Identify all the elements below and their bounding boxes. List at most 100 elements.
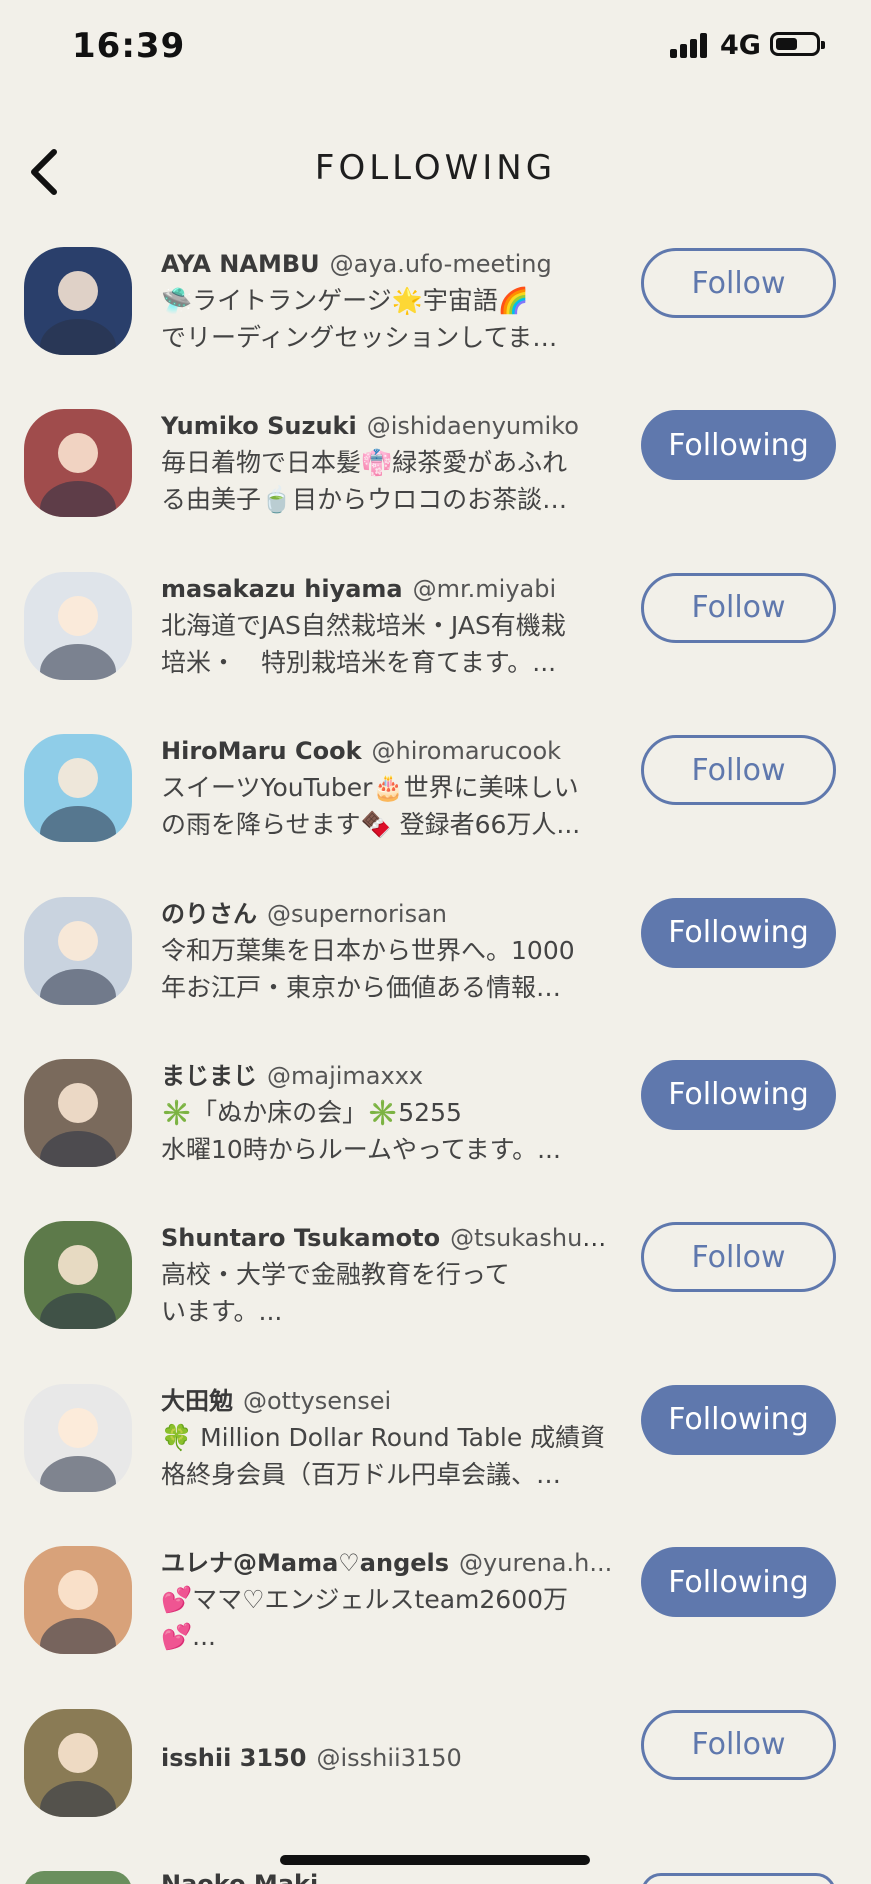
following-button[interactable]: Following	[641, 410, 836, 481]
avatar-image	[24, 1383, 132, 1492]
list-item[interactable]: 大田勉 @ottysensei 🍀 Million Dollar Round Tab…	[0, 1367, 871, 1529]
user-info[interactable]: isshii 3150 @isshii3150	[161, 1742, 621, 1774]
user-info[interactable]: AYA NAMBU @aya.ufo-meeting 🛸ライトランゲージ🌟宇宙語🌈 で…	[161, 248, 621, 356]
user-info[interactable]: ユレナ@Mama♡angels @yurena.h... 💕ママ♡エンジェルスtea…	[161, 1547, 621, 1655]
user-bio: 🍀 Million Dollar Round Table 成績資 格終身会員（百万…	[161, 1419, 621, 1493]
user-handle: @ottysensei	[243, 1386, 392, 1415]
following-button[interactable]: Following	[641, 1547, 836, 1618]
user-info[interactable]: のりさん @supernorisan 令和万葉集を日本から世界へ。1000 年お江戸・…	[161, 898, 621, 1006]
list-item[interactable]: ユレナ@Mama♡angels @yurena.h... 💕ママ♡エンジェルスtea…	[0, 1529, 871, 1691]
name-line: Shuntaro Tsukamoto @tsukashun1...	[161, 1222, 621, 1254]
list-item[interactable]: Yumiko Suzuki @ishidaenyumiko 毎日着物で日本髪👘緑茶愛…	[0, 392, 871, 554]
avatar[interactable]	[24, 1221, 132, 1330]
user-name: masakazu hiyama	[161, 574, 403, 603]
avatar-image	[24, 1058, 132, 1167]
avatar[interactable]	[24, 1871, 132, 1884]
user-bio: 高校・大学で金融教育を行って います。...	[161, 1256, 621, 1330]
avatar[interactable]	[24, 1546, 132, 1655]
user-bio: 北海道でJAS自然栽培米・JAS有機栽 培米・ 特別栽培米を育てます。...	[161, 607, 621, 681]
page-header: FOLLOWING	[0, 130, 871, 210]
avatar-image	[24, 1708, 132, 1817]
user-name: HiroMaru Cook	[161, 737, 362, 766]
following-button[interactable]: Following	[641, 1059, 836, 1130]
user-handle: @hiromarucook	[371, 737, 562, 766]
user-handle: @supernorisan	[267, 899, 448, 928]
user-name: isshii 3150	[161, 1743, 307, 1772]
bio-line: 毎日着物で日本髪👘緑茶愛があふれ	[161, 448, 568, 478]
user-bio: ✳️「ぬか床の会」✳️5255 水曜10時からルームやってます。...	[161, 1094, 621, 1168]
user-info[interactable]: HiroMaru Cook @hiromarucook スイーツYouTuber🎂世…	[161, 735, 621, 843]
avatar[interactable]	[24, 1708, 132, 1817]
user-handle: @aya.ufo-meeting	[329, 250, 552, 278]
avatar[interactable]	[24, 1383, 132, 1492]
following-button[interactable]: Following	[641, 1384, 836, 1455]
network-type: 4G	[720, 30, 761, 61]
list-item[interactable]: まじまじ @majimaxxx ✳️「ぬか床の会」✳️5255 水曜10時からルームや…	[0, 1042, 871, 1204]
following-button[interactable]: Following	[641, 897, 836, 968]
follow-button[interactable]: Follow	[641, 1709, 836, 1780]
follow-button[interactable]: Follow	[641, 572, 836, 643]
user-name: のりさん	[161, 899, 257, 928]
name-line: まじまじ @majimaxxx	[161, 1060, 621, 1092]
user-name: Naoko Maki…	[161, 1870, 343, 1884]
avatar[interactable]	[24, 1058, 132, 1167]
user-info[interactable]: まじまじ @majimaxxx ✳️「ぬか床の会」✳️5255 水曜10時からルームや…	[161, 1060, 621, 1168]
name-line: ユレナ@Mama♡angels @yurena.h...	[161, 1547, 621, 1579]
list-item[interactable]: のりさん @supernorisan 令和万葉集を日本から世界へ。1000 年お江戸・…	[0, 880, 871, 1042]
name-line: 大田勉 @ottysensei	[161, 1385, 621, 1417]
user-info[interactable]: 大田勉 @ottysensei 🍀 Million Dollar Round Tab…	[161, 1385, 621, 1493]
user-info[interactable]: Shuntaro Tsukamoto @tsukashun1... 高校・大学で金融…	[161, 1222, 621, 1330]
avatar[interactable]	[24, 409, 132, 518]
bio-line: ✳️「ぬか床の会」✳️5255	[161, 1097, 462, 1127]
bio-line: 格終身会員（百万ドル円卓会議、…	[161, 1459, 562, 1489]
status-time: 16:39	[72, 26, 186, 66]
bio-line: スイーツYouTuber🎂世界に美味しい	[161, 773, 579, 803]
avatar[interactable]	[24, 734, 132, 843]
avatar[interactable]	[24, 896, 132, 1005]
follow-button[interactable]: Follow	[641, 1222, 836, 1293]
list-item[interactable]: isshii 3150 @isshii3150 Follow	[0, 1692, 871, 1854]
bio-line: 🍀 Million Dollar Round Table 成績資	[161, 1422, 606, 1452]
user-handle: @isshii3150	[316, 1743, 462, 1772]
avatar[interactable]	[24, 247, 132, 355]
bio-line: 培米・ 特別栽培米を育てます。...	[161, 647, 557, 677]
user-bio: 令和万葉集を日本から世界へ。1000 年お江戸・東京から価値ある情報…	[161, 932, 621, 1006]
user-name: まじまじ	[161, 1061, 257, 1090]
user-info[interactable]: masakazu hiyama @mr.miyabi 北海道でJAS自然栽培米・JA…	[161, 573, 621, 681]
list-item[interactable]: HiroMaru Cook @hiromarucook スイーツYouTuber🎂世…	[0, 717, 871, 879]
bio-line: 💕...	[161, 1622, 216, 1652]
status-bar: 16:39 4G	[0, 0, 871, 95]
user-name: Yumiko Suzuki	[161, 412, 357, 441]
user-info[interactable]: Yumiko Suzuki @ishidaenyumiko 毎日着物で日本髪👘緑茶愛…	[161, 410, 621, 518]
avatar-image	[24, 1546, 132, 1655]
user-bio: 💕ママ♡エンジェルスteam2600万 💕...	[161, 1581, 621, 1655]
list-item[interactable]: Shuntaro Tsukamoto @tsukashun1... 高校・大学で金融…	[0, 1204, 871, 1366]
user-handle: @tsukashun1...	[450, 1224, 621, 1253]
bio-line: 年お江戸・東京から価値ある情報…	[161, 972, 562, 1002]
bio-line: 💕ママ♡エンジェルスteam2600万	[161, 1585, 569, 1615]
bio-line: 高校・大学で金融教育を行って	[161, 1260, 510, 1290]
list-item[interactable]: masakazu hiyama @mr.miyabi 北海道でJAS自然栽培米・JA…	[0, 555, 871, 717]
name-line: Yumiko Suzuki @ishidaenyumiko	[161, 410, 621, 442]
name-line: masakazu hiyama @mr.miyabi	[161, 573, 621, 605]
follow-button[interactable]: Follow	[641, 248, 836, 318]
follow-button[interactable]	[641, 1873, 836, 1884]
page-title: FOLLOWING	[314, 148, 557, 188]
bio-line: います。...	[161, 1297, 283, 1327]
user-name: 大田勉	[161, 1386, 233, 1415]
name-line: AYA NAMBU @aya.ufo-meeting	[161, 248, 621, 280]
avatar-image	[24, 409, 132, 518]
list-item[interactable]: Naoko Maki…	[0, 1865, 871, 1884]
bio-line: る由美子🍵目からウロコのお茶談…	[161, 485, 568, 515]
bio-line: 水曜10時からルームやってます。...	[161, 1134, 561, 1164]
follow-button[interactable]: Follow	[641, 735, 836, 806]
user-handle: @yurena.h...	[459, 1549, 613, 1578]
avatar[interactable]	[24, 571, 132, 680]
bio-line: の雨を降らせます🍫 登録者66万人...	[161, 810, 581, 840]
home-indicator[interactable]	[280, 1855, 590, 1865]
avatar-image	[24, 1221, 132, 1330]
user-handle: @ishidaenyumiko	[366, 412, 579, 441]
list-item[interactable]: AYA NAMBU @aya.ufo-meeting 🛸ライトランゲージ🌟宇宙語🌈 で…	[0, 230, 871, 392]
bio-line: 令和万葉集を日本から世界へ。1000	[161, 935, 575, 965]
bio-line: 北海道でJAS自然栽培米・JAS有機栽	[161, 610, 566, 640]
